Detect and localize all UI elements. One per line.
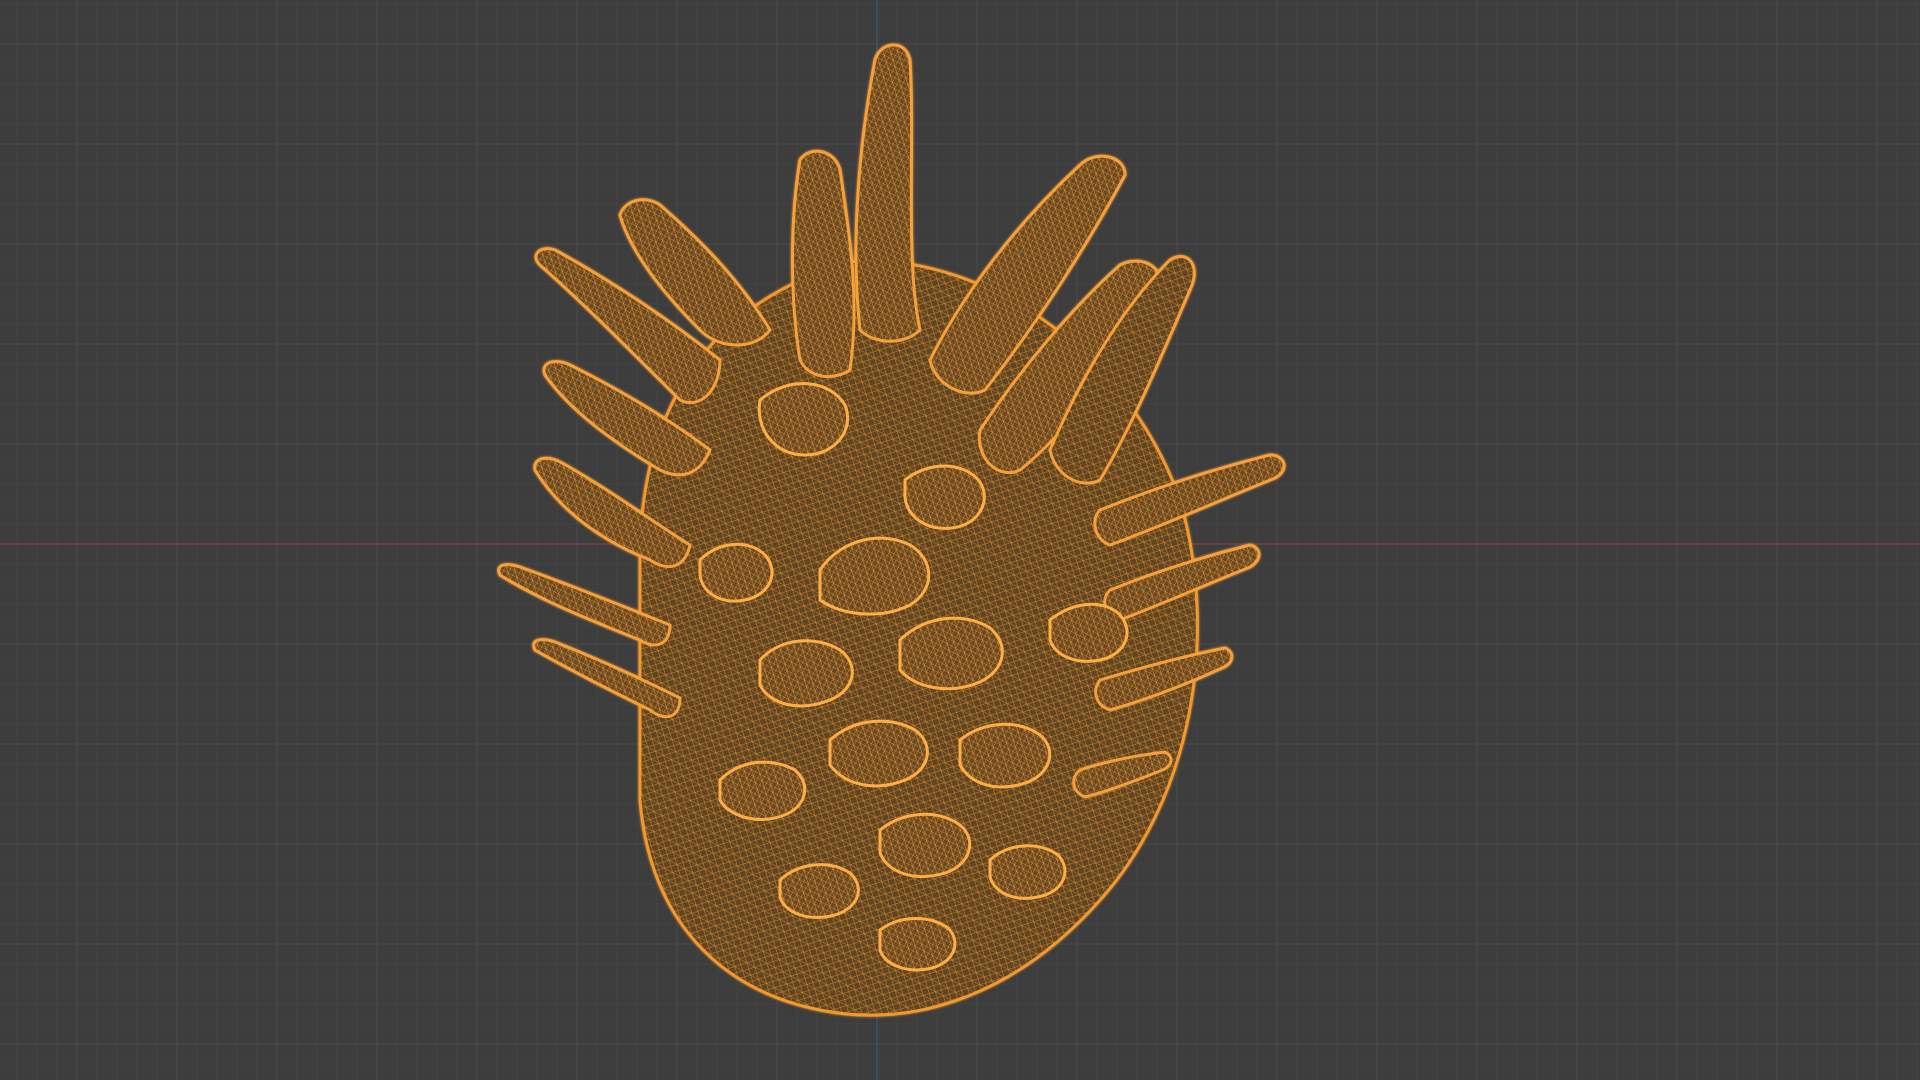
scale-knob-10: [878, 917, 957, 972]
scale-knob-14: [903, 464, 986, 530]
3d-viewport[interactable]: [0, 0, 1920, 1080]
scale-knob-5: [958, 722, 1052, 789]
pinecone-body: [497, 43, 1286, 1017]
scale-knob-12: [698, 542, 774, 603]
scale-knob-13: [757, 382, 850, 457]
scale-knob-2: [898, 616, 1004, 691]
scale-top-tall: [854, 43, 922, 343]
scale-knob-6: [718, 760, 807, 821]
scale-knob-9: [988, 844, 1067, 900]
scale-knob-4: [828, 719, 929, 788]
scale-knob-8: [778, 863, 860, 919]
scale-knob-3: [758, 639, 854, 708]
scale-top-left: [791, 149, 856, 379]
scale-knob-7: [878, 812, 972, 878]
pinecone-mesh[interactable]: [0, 0, 1920, 1080]
scale-knob-11: [1048, 602, 1129, 663]
